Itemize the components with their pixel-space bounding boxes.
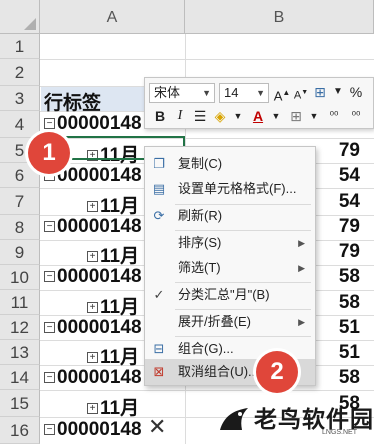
chevron-down-icon[interactable]: ▼ <box>229 107 247 125</box>
menu-item-refresh[interactable]: ⟳ 刷新(R) <box>145 203 315 229</box>
bird-logo-icon <box>220 408 248 430</box>
close-icon[interactable]: ✕ <box>148 414 166 440</box>
decrease-font-icon[interactable]: A▼ <box>292 84 310 102</box>
currency-format-icon[interactable]: ⊞ <box>311 83 329 101</box>
font-name-select[interactable]: 宋体 ▼ <box>149 83 215 103</box>
pivot-month-row[interactable]: +11月 <box>87 292 139 319</box>
font-size-select[interactable]: 14 ▼ <box>219 83 269 103</box>
mini-toolbar: 宋体 ▼ 14 ▼ A▲ A▼ ⊞ ▼ % B I ☰ ◈ ▼ A ▼ ⊞ ▼ ⁰⁰… <box>144 77 374 129</box>
menu-item-expand-collapse[interactable]: 展开/折叠(E) ▶ <box>145 309 315 335</box>
watermark: 老鸟软件园 LNGS.NET <box>214 398 374 444</box>
row-label-header: 行标签 <box>44 93 102 114</box>
row-header-13[interactable]: 13 <box>0 340 40 365</box>
chevron-down-icon: ▼ <box>202 88 211 98</box>
value-cell: 58 <box>338 367 360 388</box>
chevron-down-icon: ▼ <box>256 88 265 98</box>
bold-button[interactable]: B <box>151 107 169 125</box>
decrease-decimal-icon[interactable]: ⁰⁰ <box>347 107 365 125</box>
row-header-12[interactable]: 12 <box>0 315 40 340</box>
row-header-3[interactable]: 3 <box>0 86 40 111</box>
row-header-10[interactable]: 10 <box>0 265 40 290</box>
chevron-down-icon[interactable]: ▼ <box>267 107 285 125</box>
pivot-month-row[interactable]: +11月 <box>87 342 139 369</box>
value-cell: 79 <box>338 216 360 237</box>
submenu-arrow-icon: ▶ <box>298 263 305 273</box>
submenu-arrow-icon: ▶ <box>298 238 305 248</box>
value-cell: 54 <box>338 165 360 186</box>
menu-item-subtotal[interactable]: ✓ 分类汇总"月"(B) <box>145 282 315 308</box>
row-header-11[interactable]: 11 <box>0 290 40 315</box>
copy-icon: ❐ <box>153 156 165 171</box>
pivot-group-row[interactable]: −00000148 <box>44 367 142 389</box>
pivot-month-row[interactable]: +11月 <box>87 191 139 218</box>
value-cell: 79 <box>338 241 360 262</box>
pivot-group-row[interactable]: −00000148 <box>44 266 142 288</box>
collapse-icon[interactable]: − <box>44 424 55 436</box>
collapse-icon[interactable]: − <box>44 221 55 233</box>
expand-icon[interactable]: + <box>87 251 98 263</box>
group-icon: ⊟ <box>153 341 165 356</box>
menu-item-copy[interactable]: ❐ 复制(C) <box>145 151 315 177</box>
align-center-icon[interactable]: ☰ <box>191 107 209 125</box>
expand-icon[interactable]: + <box>87 302 98 314</box>
increase-font-icon[interactable]: A▲ <box>273 84 291 103</box>
row-header-2[interactable]: 2 <box>0 59 40 86</box>
row-header-7[interactable]: 7 <box>0 188 40 215</box>
corner-triangle-icon <box>24 18 36 30</box>
menu-item-filter[interactable]: 筛选(T) ▶ <box>145 255 315 281</box>
column-header-b[interactable]: B <box>185 0 374 34</box>
expand-icon[interactable]: + <box>87 403 98 415</box>
step-badge-2: 2 <box>256 351 298 393</box>
italic-button[interactable]: I <box>171 107 189 125</box>
row-header-4[interactable]: 4 <box>0 111 40 138</box>
chevron-down-icon[interactable]: ▼ <box>305 107 323 125</box>
row-header-15[interactable]: 15 <box>0 390 40 417</box>
pivot-month-row[interactable]: +11月 <box>87 241 139 268</box>
value-cell: 51 <box>338 342 360 363</box>
expand-icon[interactable]: + <box>87 352 98 364</box>
pivot-month-row[interactable]: +11月 <box>87 393 139 420</box>
check-icon: ✓ <box>153 287 165 302</box>
menu-item-sort[interactable]: 排序(S) ▶ <box>145 230 315 256</box>
value-cell: 79 <box>338 140 360 161</box>
row-header-1[interactable]: 1 <box>0 34 40 59</box>
row-header-16[interactable]: 16 <box>0 417 40 444</box>
value-cell: 58 <box>338 292 360 313</box>
expand-icon[interactable]: + <box>87 201 98 213</box>
value-cell: 58 <box>338 266 360 287</box>
context-menu: ❐ 复制(C) ▤ 设置单元格格式(F)... ⟳ 刷新(R) 排序(S) ▶ 筛选(T… <box>144 146 316 386</box>
watermark-subtext: LNGS.NET <box>322 429 358 436</box>
row-header-8[interactable]: 8 <box>0 215 40 240</box>
pivot-group-row[interactable]: −00000148 <box>44 216 142 238</box>
percent-button[interactable]: % <box>347 83 365 101</box>
collapse-icon[interactable]: − <box>44 322 55 334</box>
refresh-icon: ⟳ <box>153 208 165 223</box>
collapse-icon[interactable]: − <box>44 372 55 384</box>
pivot-group-row[interactable]: −00000148 <box>44 113 142 135</box>
pivot-group-row[interactable]: −00000148 <box>44 419 142 441</box>
format-cells-icon: ▤ <box>152 181 166 196</box>
font-color-icon[interactable]: A <box>249 107 267 125</box>
column-header-a[interactable]: A <box>40 0 185 34</box>
step-badge-1: 1 <box>28 132 70 174</box>
chevron-down-icon[interactable]: ▼ <box>329 83 347 101</box>
pivot-group-row[interactable]: −00000148 <box>44 317 142 339</box>
menu-item-format-cells[interactable]: ▤ 设置单元格格式(F)... <box>145 176 315 202</box>
collapse-icon[interactable]: − <box>44 271 55 283</box>
submenu-arrow-icon: ▶ <box>298 317 305 327</box>
value-cell: 51 <box>338 317 360 338</box>
row-header-14[interactable]: 14 <box>0 365 40 390</box>
row-header-9[interactable]: 9 <box>0 240 40 265</box>
select-all-corner[interactable] <box>0 0 40 34</box>
borders-icon[interactable]: ⊞ <box>287 107 305 125</box>
ungroup-icon: ⊠ <box>153 364 165 379</box>
fill-color-icon[interactable]: ◈ <box>211 107 229 125</box>
increase-decimal-icon[interactable]: ⁰⁰ <box>325 107 343 125</box>
value-cell: 54 <box>338 191 360 212</box>
collapse-icon[interactable]: − <box>44 118 55 130</box>
